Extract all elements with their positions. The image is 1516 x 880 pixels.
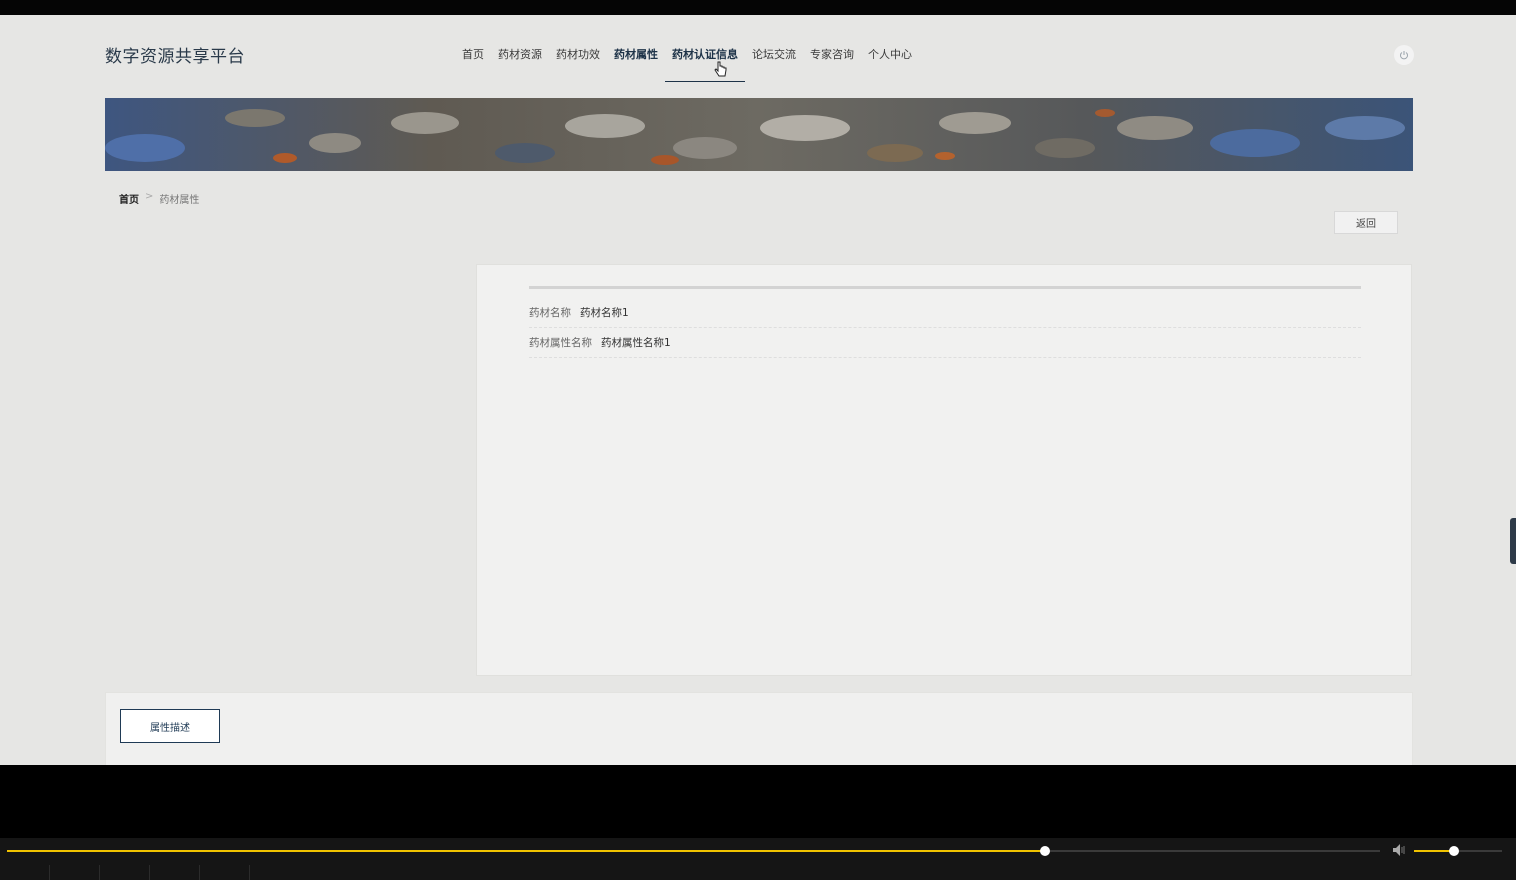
detail-card: 药材名称 药材名称1 药材属性名称 药材属性名称1 — [476, 264, 1412, 676]
nav-personal-center[interactable]: 个人中心 — [861, 46, 919, 82]
description-panel: 属性描述 — [105, 692, 1413, 765]
field-value: 药材名称1 — [580, 306, 629, 319]
nav-expert-consult[interactable]: 专家咨询 — [803, 46, 861, 82]
breadcrumb-current: 药材属性 — [159, 195, 200, 206]
detail-row: 药材属性名称 药材属性名称1 — [529, 327, 1361, 358]
nav-herb-attributes[interactable]: 药材属性 — [607, 46, 665, 82]
power-button[interactable] — [1394, 45, 1414, 65]
breadcrumb: 首页 > 药材属性 — [119, 191, 199, 206]
page: 数字资源共享平台 首页 药材资源 药材功效 药材属性 药材认证信息 论坛交流 专… — [0, 15, 1516, 765]
main-nav: 首页 药材资源 药材功效 药材属性 药材认证信息 论坛交流 专家咨询 个人中心 — [455, 46, 919, 82]
banner-carousel[interactable] — [105, 98, 1413, 171]
progress-knob[interactable] — [1039, 846, 1050, 856]
card-divider — [529, 286, 1361, 289]
strip-cell — [200, 865, 250, 880]
banner-image — [105, 98, 1413, 171]
volume-fill — [1414, 850, 1454, 852]
side-scroll-tab[interactable] — [1510, 518, 1516, 564]
speaker-icon[interactable] — [1391, 843, 1407, 857]
back-button[interactable]: 返回 — [1334, 211, 1398, 234]
strip-cell — [100, 865, 150, 880]
progress-bar[interactable] — [7, 846, 1380, 856]
strip-cell — [0, 865, 50, 880]
nav-herb-resources[interactable]: 药材资源 — [491, 46, 549, 82]
strip-cell — [50, 865, 100, 880]
player-bottom-strip — [0, 865, 1516, 880]
progress-fill — [7, 850, 1045, 852]
nav-forum[interactable]: 论坛交流 — [745, 46, 803, 82]
field-label: 药材名称 — [529, 306, 571, 319]
nav-herb-efficacy[interactable]: 药材功效 — [549, 46, 607, 82]
power-icon — [1400, 51, 1408, 60]
strip-cell — [150, 865, 200, 880]
breadcrumb-separator: > — [145, 191, 154, 202]
video-player-controls — [0, 838, 1516, 880]
hand-cursor-icon — [714, 61, 727, 77]
volume-knob[interactable] — [1448, 846, 1459, 856]
volume-slider[interactable] — [1414, 846, 1502, 856]
nav-herb-certification[interactable]: 药材认证信息 — [665, 46, 745, 82]
field-value: 药材属性名称1 — [601, 336, 671, 349]
field-label: 药材属性名称 — [529, 336, 592, 349]
site-title: 数字资源共享平台 — [105, 47, 245, 67]
breadcrumb-home[interactable]: 首页 — [119, 191, 139, 206]
detail-row: 药材名称 药材名称1 — [529, 297, 1361, 328]
top-bar — [0, 0, 1516, 15]
tab-attribute-description[interactable]: 属性描述 — [120, 709, 220, 743]
nav-home[interactable]: 首页 — [455, 46, 491, 82]
